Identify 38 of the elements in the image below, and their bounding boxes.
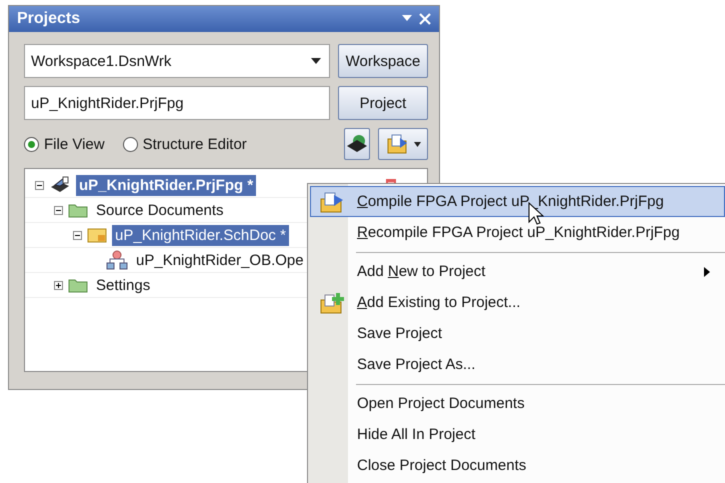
menu-item[interactable]: Add Existing to Project...	[310, 287, 725, 318]
menu-item[interactable]: Save Project	[310, 318, 725, 349]
tree-item[interactable]: Source Documents	[93, 200, 227, 220]
hierarchy-icon	[106, 250, 128, 270]
menu-item[interactable]: Save Project As...	[310, 349, 725, 380]
radio-option[interactable]: Structure Editor	[122, 136, 247, 152]
menu-item[interactable]: Add New to Project	[310, 256, 725, 287]
folder-icon	[68, 202, 88, 218]
collapse-icon[interactable]	[73, 230, 82, 240]
folder-icon	[319, 190, 345, 212]
chip-icon	[345, 133, 369, 155]
folder-icon	[386, 133, 410, 155]
panel-title: Projects	[17, 10, 80, 28]
collapse-icon[interactable]	[54, 206, 63, 214]
collapse-icon[interactable]	[35, 180, 44, 190]
caret-icon	[414, 142, 420, 146]
toolbar-button[interactable]	[344, 128, 370, 160]
workspace-button[interactable]: Workspace	[338, 44, 428, 78]
menu-item[interactable]: Recompile FPGA Project uP_KnightRider.PrjFpg	[310, 217, 725, 248]
folder-icon	[68, 277, 88, 293]
document-icon	[87, 227, 107, 243]
project-field[interactable]: uP_KnightRider.PrjFpg	[24, 86, 330, 120]
workspace-dropdown[interactable]: Workspace1.DsnWrk	[24, 44, 330, 78]
chip-icon	[49, 176, 71, 194]
tree-item[interactable]: uP_KnightRider_OB.Ope	[133, 250, 307, 270]
project-button[interactable]: Project	[338, 86, 428, 120]
radio-option[interactable]: File View	[24, 136, 105, 152]
expand-icon[interactable]	[54, 280, 63, 290]
menu-item[interactable]: Open Project Documents	[310, 388, 725, 419]
dropdown-icon[interactable]	[401, 13, 413, 23]
tree-item[interactable]: Settings	[93, 274, 154, 296]
folder-icon	[319, 292, 345, 314]
menu-item[interactable]: Close Project Documents	[310, 450, 725, 481]
tree-item[interactable]: uP_KnightRider.PrjFpg *	[76, 174, 256, 196]
menu-item[interactable]: Hide All In Project	[310, 419, 725, 450]
tree-item[interactable]: uP_KnightRider.SchDoc *	[112, 224, 289, 246]
close-icon[interactable]	[419, 13, 431, 25]
menu-item[interactable]: Compile FPGA Project uP_KnightRider.PrjFpg	[310, 186, 725, 217]
